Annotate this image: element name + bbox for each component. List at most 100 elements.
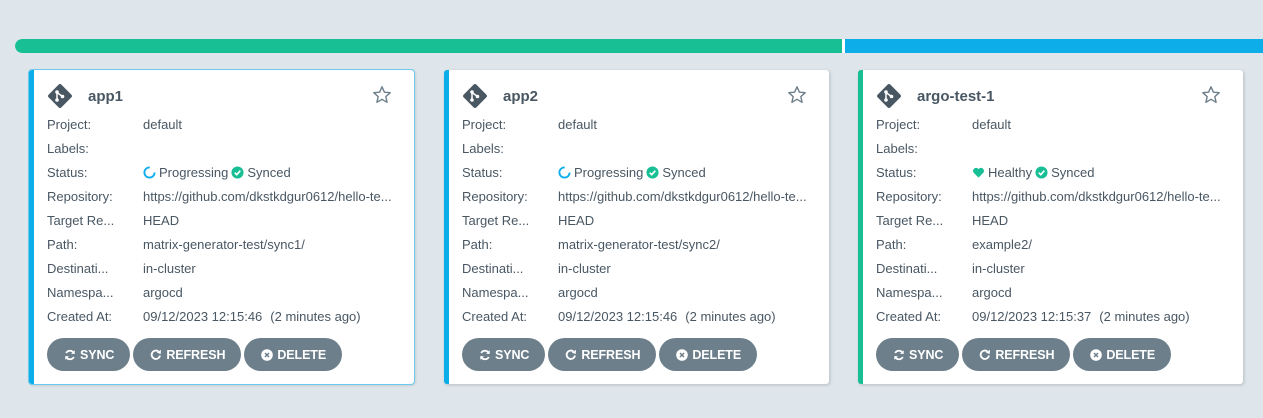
- path-row: Path: matrix-generator-test/sync1/: [47, 232, 404, 256]
- target-revision-label: Target Re...: [876, 212, 944, 228]
- refresh-icon: [980, 349, 991, 360]
- health-status: Progressing: [159, 164, 229, 180]
- star-icon[interactable]: [372, 85, 392, 105]
- repository-value[interactable]: https://github.com/dkstkdgur0612/hello-t…: [558, 189, 819, 204]
- delete-button[interactable]: DELETE: [659, 338, 758, 371]
- delete-button[interactable]: DELETE: [1073, 338, 1172, 371]
- project-row: Project: default: [462, 112, 819, 136]
- project-row: Project: default: [876, 112, 1233, 136]
- check-circle-icon: [231, 165, 244, 179]
- sync-button[interactable]: SYNC: [462, 338, 546, 371]
- repository-label: Repository:: [47, 188, 113, 204]
- refresh-button-label: REFRESH: [581, 347, 641, 362]
- repository-label: Repository:: [876, 188, 942, 204]
- status-label: Status:: [47, 164, 88, 180]
- heart-icon: [973, 167, 984, 178]
- labels-label: Labels:: [47, 140, 89, 156]
- repository-value[interactable]: https://github.com/dkstkdgur0612/hello-t…: [143, 189, 404, 204]
- status-row: Status: Healthy Synced: [876, 160, 1233, 184]
- repository-value[interactable]: https://github.com/dkstkdgur0612/hello-t…: [972, 189, 1233, 204]
- namespace-row: Namespa... argocd: [462, 280, 819, 304]
- target-revision-value: HEAD: [558, 212, 595, 228]
- refresh-button-label: REFRESH: [995, 347, 1055, 362]
- status-bar-progressing-segment: [845, 39, 1263, 53]
- refresh-button[interactable]: REFRESH: [133, 338, 242, 371]
- refresh-button[interactable]: REFRESH: [548, 338, 657, 371]
- created-at-label: Created At:: [462, 308, 528, 324]
- created-relative: (2 minutes ago): [685, 308, 776, 324]
- project-label: Project:: [47, 116, 92, 132]
- target-revision-row: Target Re... HEAD: [47, 208, 404, 232]
- git-icon: [463, 84, 487, 108]
- check-circle-icon: [1035, 165, 1048, 179]
- star-icon[interactable]: [1201, 85, 1221, 105]
- created-relative: (2 minutes ago): [1099, 308, 1190, 324]
- progressing-icon: [143, 165, 156, 179]
- namespace-value: argocd: [558, 284, 598, 300]
- labels-label: Labels:: [462, 140, 504, 156]
- app-card[interactable]: argo-test-1 Project: default Labels: Stat…: [858, 70, 1243, 384]
- refresh-icon: [151, 349, 162, 360]
- app-actions: SYNC REFRESH DELETE: [462, 338, 758, 371]
- sync-button[interactable]: SYNC: [876, 338, 960, 371]
- destination-label: Destinati...: [876, 260, 938, 276]
- status-row: Status: Progressing Synced: [462, 160, 819, 184]
- path-value: example2/: [972, 236, 1032, 252]
- namespace-label: Namespa...: [462, 284, 529, 300]
- git-icon: [877, 84, 901, 108]
- app-card[interactable]: app2 Project: default Labels: Status: Pro…: [444, 70, 829, 384]
- app-name[interactable]: argo-test-1: [917, 88, 995, 105]
- path-label: Path:: [876, 236, 907, 252]
- repository-row: Repository: https://github.com/dkstkdgur0…: [876, 184, 1233, 208]
- star-icon[interactable]: [787, 85, 807, 105]
- sync-icon: [480, 349, 490, 360]
- sync-status: Synced: [662, 164, 706, 180]
- target-revision-value: HEAD: [972, 212, 1009, 228]
- sync-button-label: SYNC: [80, 347, 115, 362]
- check-circle-icon: [646, 165, 659, 179]
- destination-label: Destinati...: [462, 260, 524, 276]
- app-card-header: argo-test-1: [876, 83, 1233, 109]
- destination-row: Destinati... in-cluster: [876, 256, 1233, 280]
- destination-value: in-cluster: [558, 260, 611, 276]
- refresh-button[interactable]: REFRESH: [962, 338, 1071, 371]
- created-at-row: Created At: 09/12/2023 12:15:46 (2 minutes…: [462, 304, 819, 328]
- app-card[interactable]: app1 Project: default Labels: Status: Pro…: [28, 69, 415, 385]
- path-label: Path:: [462, 236, 493, 252]
- namespace-row: Namespa... argocd: [876, 280, 1233, 304]
- created-at-row: Created At: 09/12/2023 12:15:46 (2 minutes…: [47, 304, 404, 328]
- path-row: Path: matrix-generator-test/sync2/: [462, 232, 819, 256]
- sync-button-label: SYNC: [909, 347, 944, 362]
- status-bar-healthy-segment: [15, 39, 842, 53]
- target-revision-row: Target Re... HEAD: [876, 208, 1233, 232]
- delete-icon: [261, 348, 274, 361]
- app-details: Project: default Labels: Status: Progress…: [47, 112, 404, 328]
- refresh-button-label: REFRESH: [166, 347, 226, 362]
- app-actions: SYNC REFRESH DELETE: [876, 338, 1172, 371]
- path-row: Path: example2/: [876, 232, 1233, 256]
- sync-button[interactable]: SYNC: [47, 338, 131, 371]
- app-name[interactable]: app1: [88, 88, 123, 105]
- git-icon: [48, 84, 72, 108]
- project-row: Project: default: [47, 112, 404, 136]
- labels-label: Labels:: [876, 140, 918, 156]
- created-at-value: 09/12/2023 12:15:37: [972, 308, 1092, 324]
- namespace-label: Namespa...: [47, 284, 114, 300]
- namespace-value: argocd: [143, 284, 183, 300]
- namespace-label: Namespa...: [876, 284, 943, 300]
- labels-row: Labels:: [462, 136, 819, 160]
- destination-row: Destinati... in-cluster: [462, 256, 819, 280]
- delete-button[interactable]: DELETE: [244, 338, 343, 371]
- path-value: matrix-generator-test/sync2/: [558, 236, 720, 252]
- sync-icon: [65, 349, 75, 360]
- app-card-header: app2: [462, 83, 819, 109]
- repository-label: Repository:: [462, 188, 528, 204]
- app-name[interactable]: app2: [503, 88, 538, 105]
- destination-label: Destinati...: [47, 260, 109, 276]
- labels-row: Labels:: [47, 136, 404, 160]
- delete-button-label: DELETE: [1106, 347, 1156, 362]
- destination-value: in-cluster: [972, 260, 1025, 276]
- created-at-row: Created At: 09/12/2023 12:15:37 (2 minutes…: [876, 304, 1233, 328]
- application-status-bar: [15, 39, 1263, 53]
- refresh-icon: [566, 349, 577, 360]
